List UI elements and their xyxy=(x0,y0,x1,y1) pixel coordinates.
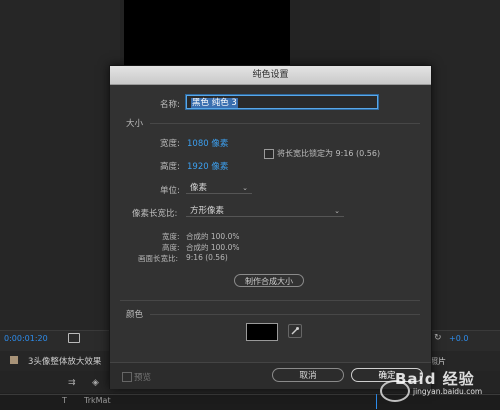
height-label: 高度: xyxy=(160,162,180,172)
height-value[interactable]: 1920 像素 xyxy=(187,160,228,172)
motion-blur-icon[interactable]: ◈ xyxy=(92,378,99,388)
watermark-logo: Baid 经验 xyxy=(395,370,475,388)
lock-aspect-checkbox[interactable] xyxy=(264,149,274,159)
name-input-value: 黑色 纯色 3 xyxy=(191,98,238,108)
color-section-label: 颜色 xyxy=(126,310,144,320)
pixel-aspect-dropdown-value: 方形像素 xyxy=(190,206,225,216)
color-section-divider xyxy=(150,314,420,315)
preview-checkbox[interactable] xyxy=(122,372,132,382)
layer-color-label[interactable] xyxy=(10,356,18,364)
chevron-down-icon: ⌄ xyxy=(242,184,248,192)
cancel-button[interactable]: 取消 xyxy=(272,368,344,382)
exposure-value[interactable]: +0.0 xyxy=(449,334,468,343)
dialog-title: 纯色设置 xyxy=(110,66,431,85)
watermark-url: jingyan.baidu.com xyxy=(413,387,483,396)
unit-dropdown[interactable]: 像素 ⌄ xyxy=(186,182,252,194)
size-bottom-divider xyxy=(120,300,420,301)
size-section-label: 大小 xyxy=(126,119,144,129)
width-value[interactable]: 1080 像素 xyxy=(187,137,228,149)
eyedropper-icon[interactable] xyxy=(288,324,302,338)
camera-icon[interactable] xyxy=(68,333,80,343)
chevron-down-icon: ⌄ xyxy=(334,207,340,215)
info-height-label: 高度: xyxy=(162,243,180,252)
lock-aspect-label: 将长宽比锁定为 9:16 (0.56) xyxy=(277,149,381,158)
frame-aspect-value: 9:16 (0.56) xyxy=(186,253,228,262)
name-label: 名称: xyxy=(160,100,180,110)
solid-settings-dialog: 纯色设置 名称: 黑色 纯色 3 大小 宽度: 1080 像素 将长宽比锁定为 … xyxy=(109,65,432,389)
info-width-value: 合成的 100.0% xyxy=(186,232,240,241)
name-input[interactable]: 黑色 纯色 3 xyxy=(186,95,378,109)
color-swatch[interactable] xyxy=(246,323,278,341)
shy-layers-icon[interactable]: ⇉ xyxy=(68,378,76,388)
width-label: 宽度: xyxy=(160,139,180,149)
info-width-label: 宽度: xyxy=(162,232,180,241)
unit-label: 单位: xyxy=(160,186,180,196)
column-trkmat: TrkMat xyxy=(84,396,111,405)
preview-label: 预览 xyxy=(134,373,152,383)
size-section-divider xyxy=(150,123,420,124)
pixel-aspect-dropdown[interactable]: 方形像素 ⌄ xyxy=(186,205,344,217)
timecode-display[interactable]: 0:00:01:20 xyxy=(4,334,48,343)
pixel-aspect-label: 像素长宽比: xyxy=(132,209,178,219)
frame-aspect-label: 画面长宽比: xyxy=(138,254,179,263)
info-height-value: 合成的 100.0% xyxy=(186,243,240,252)
refresh-icon[interactable]: ↻ xyxy=(434,333,442,343)
make-comp-size-button[interactable]: 制作合成大小 xyxy=(234,274,304,287)
timeline-column-header xyxy=(0,394,500,410)
playhead[interactable] xyxy=(376,394,377,409)
layer-name[interactable]: 3头像整体放大效果 xyxy=(28,355,101,367)
column-t: T xyxy=(62,396,67,405)
unit-dropdown-value: 像素 xyxy=(190,183,208,193)
project-panel xyxy=(0,0,120,330)
right-layer-name: 照片 xyxy=(430,357,446,366)
